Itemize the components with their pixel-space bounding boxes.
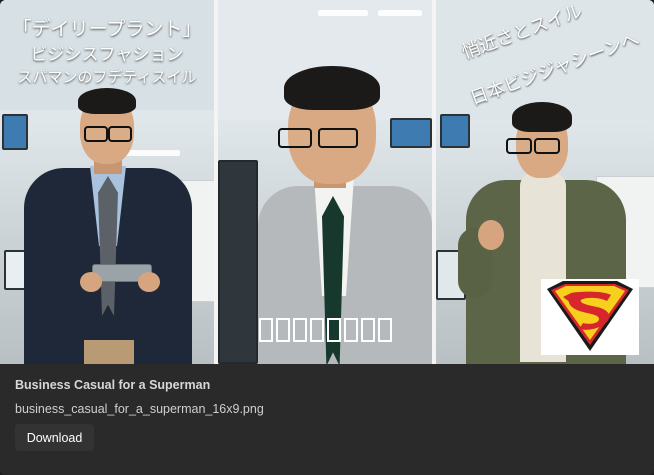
image-filename: business_casual_for_a_superman_16x9.png <box>15 402 264 416</box>
image-panel-left: 「デイリープラント」 ビジシスフャション スパマンのフデティスイル <box>0 0 214 364</box>
person-trousers <box>84 340 134 364</box>
glasses-icon <box>318 128 358 148</box>
wall-monitor <box>2 114 28 150</box>
download-button[interactable]: Download <box>15 424 94 451</box>
ceiling-light <box>318 10 368 16</box>
missing-glyph-text <box>259 318 392 342</box>
ceiling-light <box>378 10 422 16</box>
desk-monitor <box>218 160 258 364</box>
wall-monitor <box>390 118 432 148</box>
missing-glyph-box <box>361 318 375 342</box>
image-panel-middle <box>218 0 432 364</box>
missing-glyph-box <box>259 318 273 342</box>
missing-glyph-box <box>327 318 341 342</box>
missing-glyph-box <box>344 318 358 342</box>
superman-s-shield-icon <box>547 281 633 351</box>
superman-logo-box <box>541 279 639 355</box>
missing-glyph-box <box>293 318 307 342</box>
glasses-icon <box>506 138 532 154</box>
person-hand <box>80 272 102 292</box>
glasses-icon <box>108 126 132 142</box>
person-hair <box>284 66 380 110</box>
missing-glyph-box <box>310 318 324 342</box>
overlay-text-line2: ビジシスフャション <box>30 45 184 65</box>
person-hair <box>512 102 572 132</box>
person-hand <box>138 272 160 292</box>
glasses-icon <box>84 126 108 142</box>
image-title: Business Casual for a Superman <box>15 378 211 392</box>
person-hand <box>478 220 504 250</box>
person-hair <box>78 88 136 114</box>
overlay-text-line3: スパマンのフデティスイル <box>17 68 197 86</box>
glasses-icon <box>278 128 312 148</box>
overlay-text-line1: 「デイリープラント」 <box>12 18 202 40</box>
generated-image[interactable]: 「デイリープラント」 ビジシスフャション スパマンのフデティスイル 悄近さとスイ… <box>0 0 654 364</box>
glasses-icon <box>534 138 560 154</box>
missing-glyph-box <box>276 318 290 342</box>
missing-glyph-box <box>378 318 392 342</box>
image-card: 「デイリープラント」 ビジシスフャション スパマンのフデティスイル 悄近さとスイ… <box>0 0 654 475</box>
wall-monitor <box>440 114 470 148</box>
